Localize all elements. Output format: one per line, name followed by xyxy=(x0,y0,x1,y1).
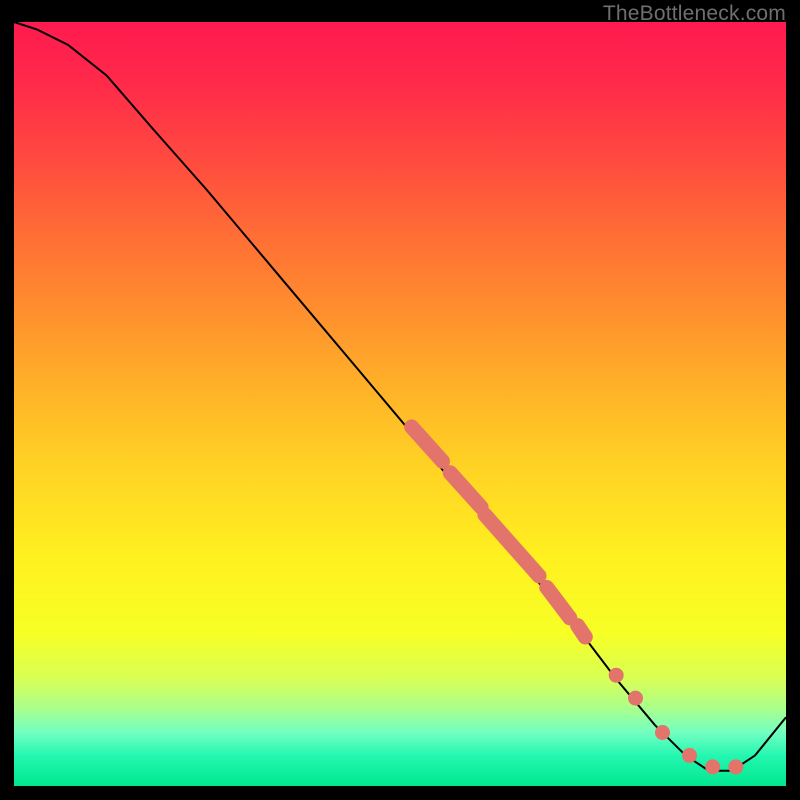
chart-background xyxy=(14,22,786,786)
watermark: TheBottleneck.com xyxy=(603,2,786,26)
